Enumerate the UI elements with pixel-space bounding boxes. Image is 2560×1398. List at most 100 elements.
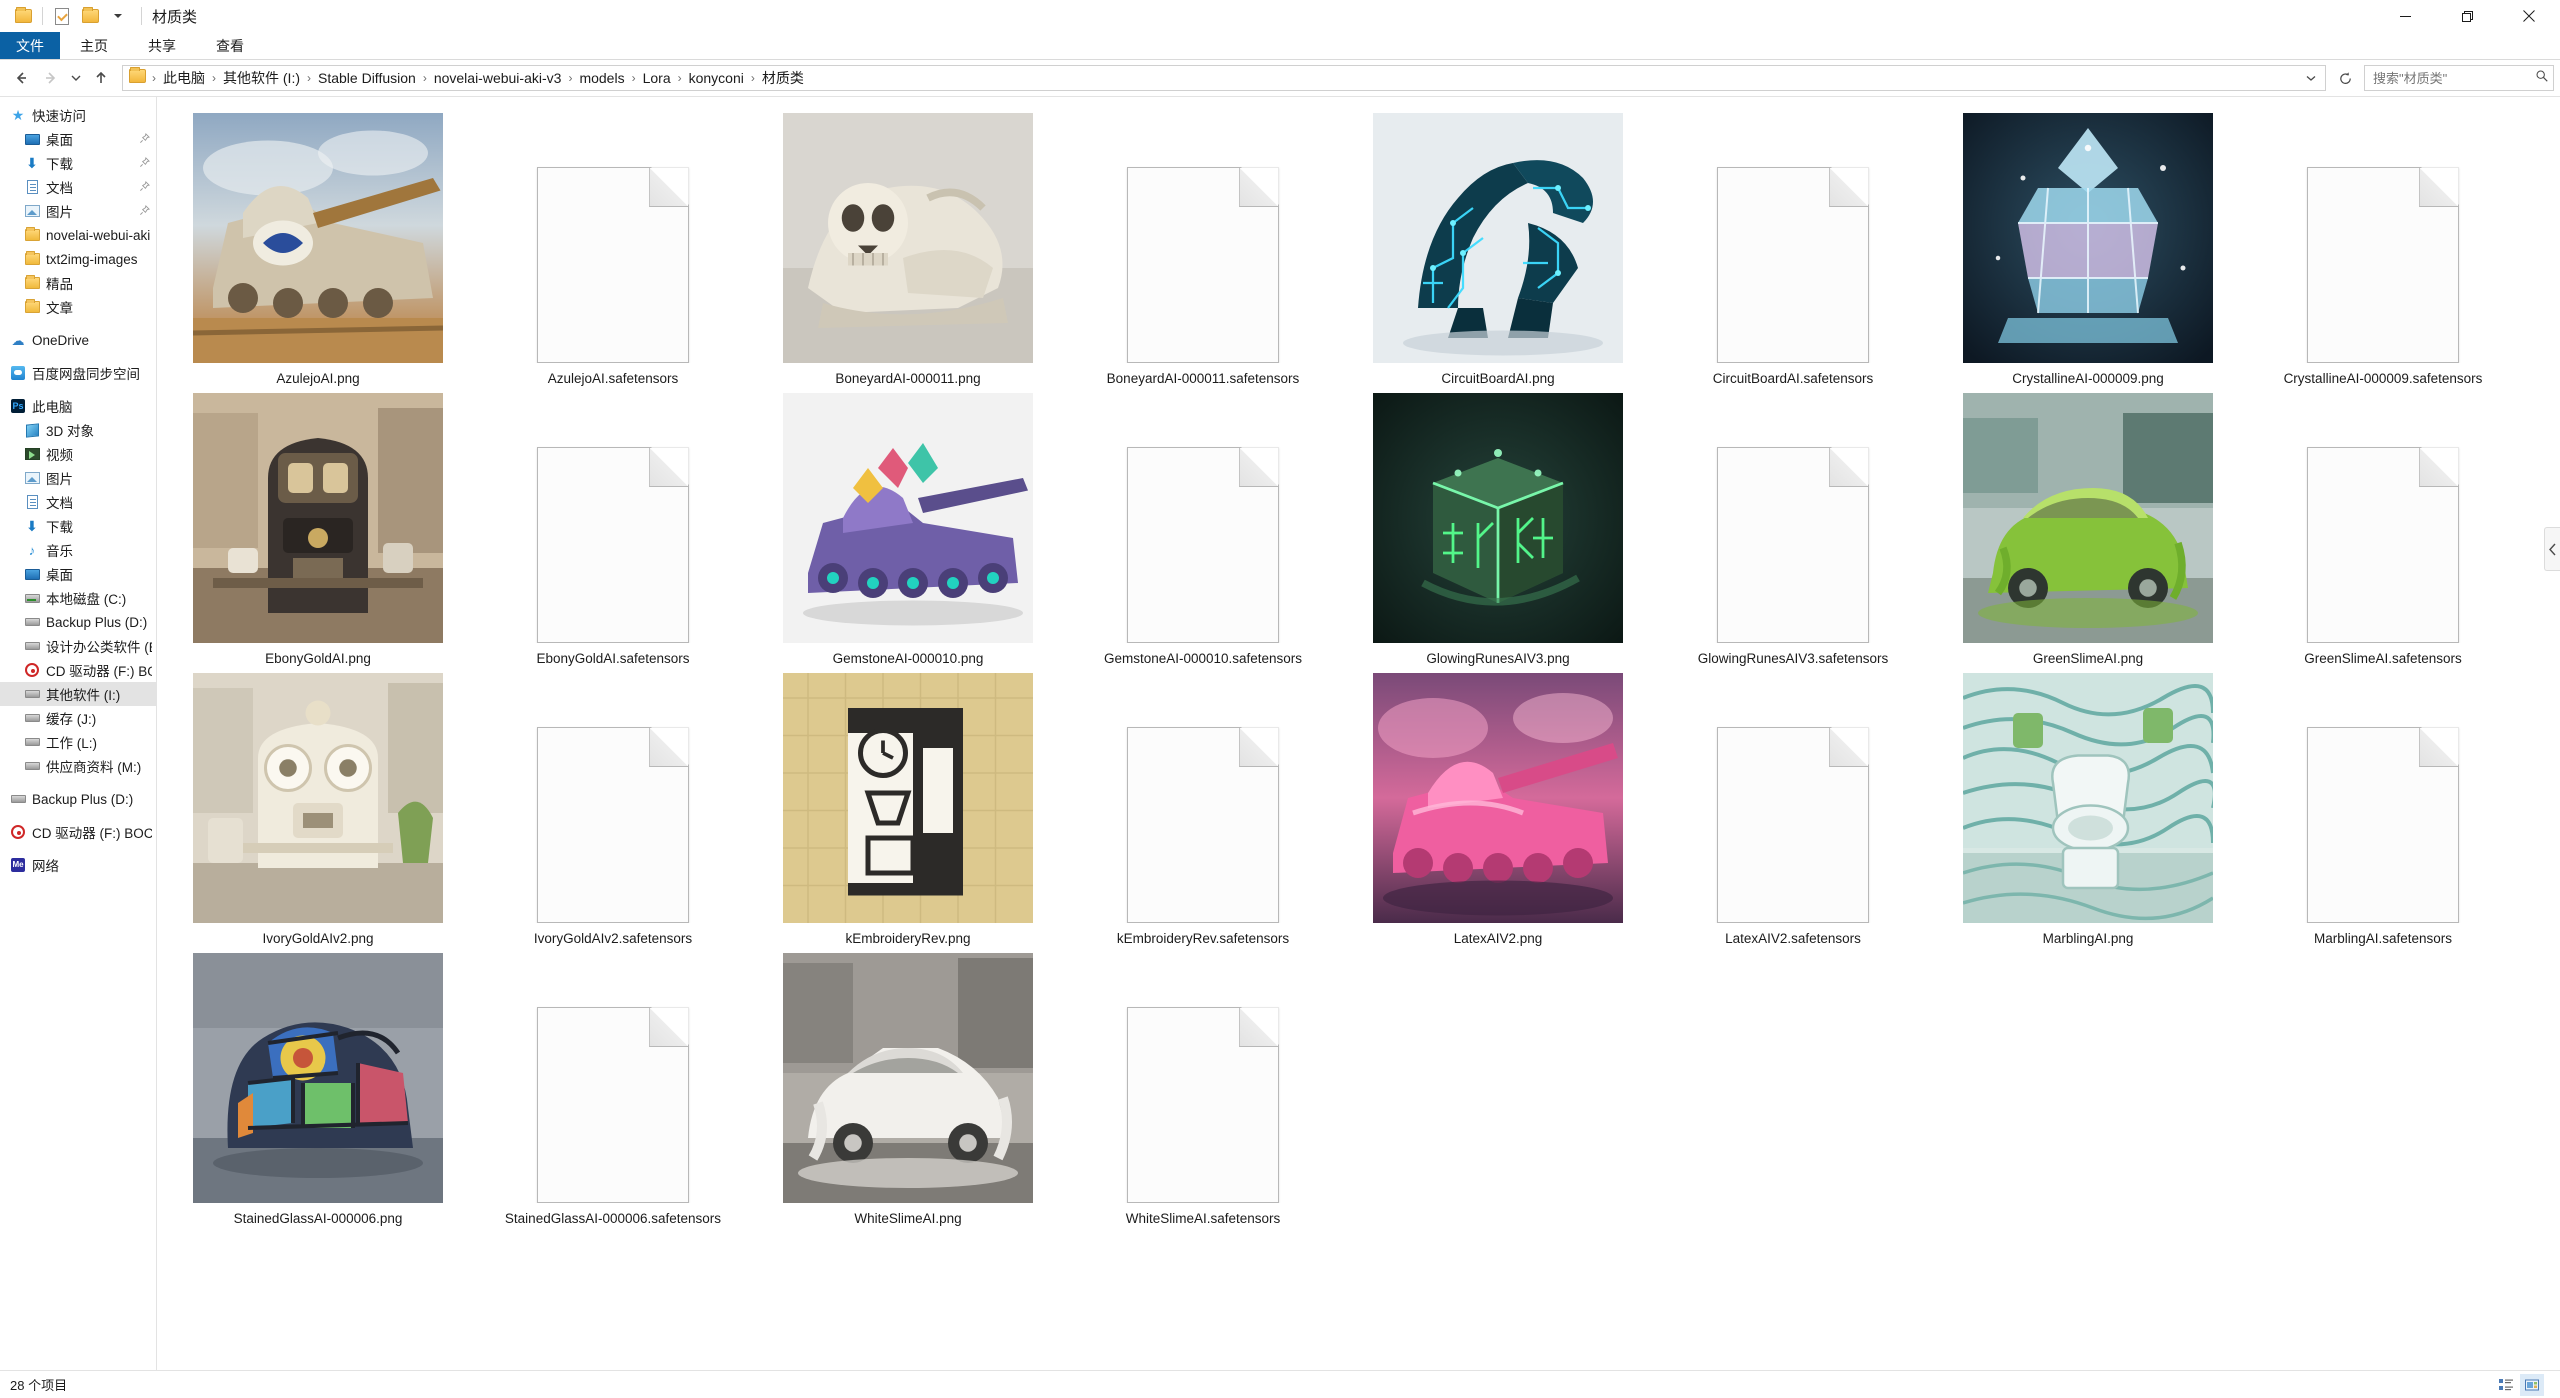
file-item[interactable]: IvoryGoldAIv2.safetensors <box>470 671 756 951</box>
sidebar-item-baidu-netdisk[interactable]: 百度网盘同步空间 <box>0 361 156 385</box>
sidebar-item-design-software-e[interactable]: 设计办公类软件 (E: <box>0 634 156 658</box>
file-item[interactable]: WhiteSlimeAI.safetensors <box>1060 951 1346 1231</box>
navigation-pane[interactable]: ★ 快速访问 桌面 ⬇ 下载 文档 图片 novelai-webui-aki t… <box>0 97 157 1370</box>
large-icons-view-button[interactable] <box>2520 1373 2544 1396</box>
breadcrumb-item-this-pc[interactable]: 此电脑 <box>158 66 210 90</box>
file-item[interactable]: GlowingRunesAIV3.png <box>1355 391 1641 671</box>
file-item[interactable]: LatexAIV2.safetensors <box>1650 671 1936 951</box>
file-item[interactable]: AzulejoAI.png <box>175 111 461 391</box>
drive-icon <box>24 710 40 726</box>
file-item[interactable]: GreenSlimeAI.png <box>1945 391 2231 671</box>
file-item[interactable]: GemstoneAI-000010.png <box>765 391 1051 671</box>
sidebar-item-local-disk-c[interactable]: 本地磁盘 (C:) <box>0 586 156 610</box>
file-item[interactable]: kEmbroideryRev.safetensors <box>1060 671 1346 951</box>
search-box[interactable] <box>2364 65 2554 91</box>
file-item[interactable]: WhiteSlimeAI.png <box>765 951 1051 1231</box>
sidebar-item-other-software-i[interactable]: 其他软件 (I:) <box>0 682 156 706</box>
sidebar-item-cache-j[interactable]: 缓存 (J:) <box>0 706 156 730</box>
sidebar-item-documents-pc[interactable]: 文档 <box>0 490 156 514</box>
search-input[interactable] <box>2373 70 2535 86</box>
breadcrumb-item-current[interactable]: 材质类 <box>757 66 809 90</box>
file-item[interactable]: GreenSlimeAI.safetensors <box>2240 391 2526 671</box>
file-item[interactable]: StainedGlassAI-000006.safetensors <box>470 951 756 1231</box>
back-button[interactable] <box>6 63 36 93</box>
file-name-label: IvoryGoldAIv2.safetensors <box>533 931 693 946</box>
customize-qat-caret-icon[interactable] <box>105 3 131 29</box>
sidebar-item-3d-objects[interactable]: 3D 对象 <box>0 418 156 442</box>
tab-view[interactable]: 查看 <box>196 32 264 59</box>
breadcrumb-item-lora[interactable]: Lora <box>638 68 676 88</box>
sidebar-item-novelai-webui-aki[interactable]: novelai-webui-aki <box>0 223 156 247</box>
minimize-button[interactable] <box>2374 0 2436 32</box>
chevron-down-icon[interactable] <box>2301 66 2321 90</box>
sidebar-item-onedrive[interactable]: ☁ OneDrive <box>0 328 156 352</box>
sidebar-item-videos[interactable]: 视频 <box>0 442 156 466</box>
file-item[interactable]: CrystallineAI-000009.safetensors <box>2240 111 2526 391</box>
sidebar-item-txt2img-images[interactable]: txt2img-images <box>0 247 156 271</box>
file-item[interactable]: kEmbroideryRev.png <box>765 671 1051 951</box>
sidebar-item-label: 供应商资料 (M:) <box>46 760 142 775</box>
sidebar-item-work-l[interactable]: 工作 (L:) <box>0 730 156 754</box>
file-item[interactable]: BoneyardAI-000011.safetensors <box>1060 111 1346 391</box>
close-button[interactable] <box>2498 0 2560 32</box>
sidebar-item-network[interactable]: Me 网络 <box>0 853 156 877</box>
sidebar-item-desktop-pc[interactable]: 桌面 <box>0 562 156 586</box>
file-item[interactable]: LatexAIV2.png <box>1355 671 1641 951</box>
sidebar-item-desktop[interactable]: 桌面 <box>0 127 156 151</box>
refresh-button[interactable] <box>2332 65 2358 91</box>
file-name-label: WhiteSlimeAI.png <box>854 1211 962 1226</box>
sidebar-item-cd-drive-f-root[interactable]: CD 驱动器 (F:) BOCI <box>0 820 156 844</box>
sidebar-item-pictures-pc[interactable]: 图片 <box>0 466 156 490</box>
sidebar-item-cd-drive-f[interactable]: CD 驱动器 (F:) BOC <box>0 658 156 682</box>
breadcrumb-item-models[interactable]: models <box>574 68 629 88</box>
search-icon <box>2535 69 2549 88</box>
recent-locations-icon[interactable] <box>66 63 86 93</box>
file-item[interactable]: GlowingRunesAIV3.safetensors <box>1650 391 1936 671</box>
file-list-pane[interactable]: AzulejoAI.png AzulejoAI.safetensors Bone… <box>157 97 2560 1370</box>
folder-properties-icon[interactable] <box>49 3 75 29</box>
sidebar-item-music[interactable]: ♪ 音乐 <box>0 538 156 562</box>
file-item[interactable]: StainedGlassAI-000006.png <box>175 951 461 1231</box>
sidebar-item-documents[interactable]: 文档 <box>0 175 156 199</box>
sidebar-item-supplier-data-m[interactable]: 供应商资料 (M:) <box>0 754 156 778</box>
image-thumbnail <box>1963 113 2213 363</box>
breadcrumb-item-novelai-webui[interactable]: novelai-webui-aki-v3 <box>429 68 567 88</box>
file-item[interactable]: MarblingAI.safetensors <box>2240 671 2526 951</box>
restore-button[interactable] <box>2436 0 2498 32</box>
drive-icon <box>24 758 40 774</box>
sidebar-item-this-pc[interactable]: Ps 此电脑 <box>0 394 156 418</box>
sidebar-item-backup-plus-d-root[interactable]: Backup Plus (D:) <box>0 787 156 811</box>
file-item[interactable]: BoneyardAI-000011.png <box>765 111 1051 391</box>
forward-button[interactable] <box>36 63 66 93</box>
breadcrumb-item-drive-i[interactable]: 其他软件 (I:) <box>218 66 305 90</box>
file-item[interactable]: CircuitBoardAI.png <box>1355 111 1641 391</box>
desktop-icon <box>24 131 40 147</box>
details-view-button[interactable] <box>2494 1374 2518 1396</box>
file-item[interactable]: AzulejoAI.safetensors <box>470 111 756 391</box>
view-mode-buttons <box>2494 1373 2550 1396</box>
file-item[interactable]: EbonyGoldAI.png <box>175 391 461 671</box>
file-item[interactable]: CircuitBoardAI.safetensors <box>1650 111 1936 391</box>
new-folder-icon[interactable] <box>77 3 103 29</box>
expand-preview-pane-button[interactable] <box>2544 527 2560 571</box>
documents-icon <box>24 179 40 195</box>
tab-file[interactable]: 文件 <box>0 32 60 59</box>
sidebar-item-backup-plus-d[interactable]: Backup Plus (D:) <box>0 610 156 634</box>
file-item[interactable]: GemstoneAI-000010.safetensors <box>1060 391 1346 671</box>
sidebar-item-quick-access[interactable]: ★ 快速访问 <box>0 103 156 127</box>
breadcrumb-item-konyconi[interactable]: konyconi <box>684 68 749 88</box>
file-item[interactable]: IvoryGoldAIv2.png <box>175 671 461 951</box>
file-item[interactable]: MarblingAI.png <box>1945 671 2231 951</box>
tab-share[interactable]: 共享 <box>128 32 196 59</box>
tab-home[interactable]: 主页 <box>60 32 128 59</box>
breadcrumb[interactable]: › 此电脑 › 其他软件 (I:) › Stable Diffusion › n… <box>122 65 2326 91</box>
file-item[interactable]: EbonyGoldAI.safetensors <box>470 391 756 671</box>
up-button[interactable] <box>86 63 116 93</box>
sidebar-item-pictures[interactable]: 图片 <box>0 199 156 223</box>
file-item[interactable]: CrystallineAI-000009.png <box>1945 111 2231 391</box>
sidebar-item-jingpin[interactable]: 精品 <box>0 271 156 295</box>
breadcrumb-item-stable-diffusion[interactable]: Stable Diffusion <box>313 68 421 88</box>
sidebar-item-wenzhang[interactable]: 文章 <box>0 295 156 319</box>
sidebar-item-downloads-pc[interactable]: ⬇ 下载 <box>0 514 156 538</box>
sidebar-item-downloads[interactable]: ⬇ 下载 <box>0 151 156 175</box>
